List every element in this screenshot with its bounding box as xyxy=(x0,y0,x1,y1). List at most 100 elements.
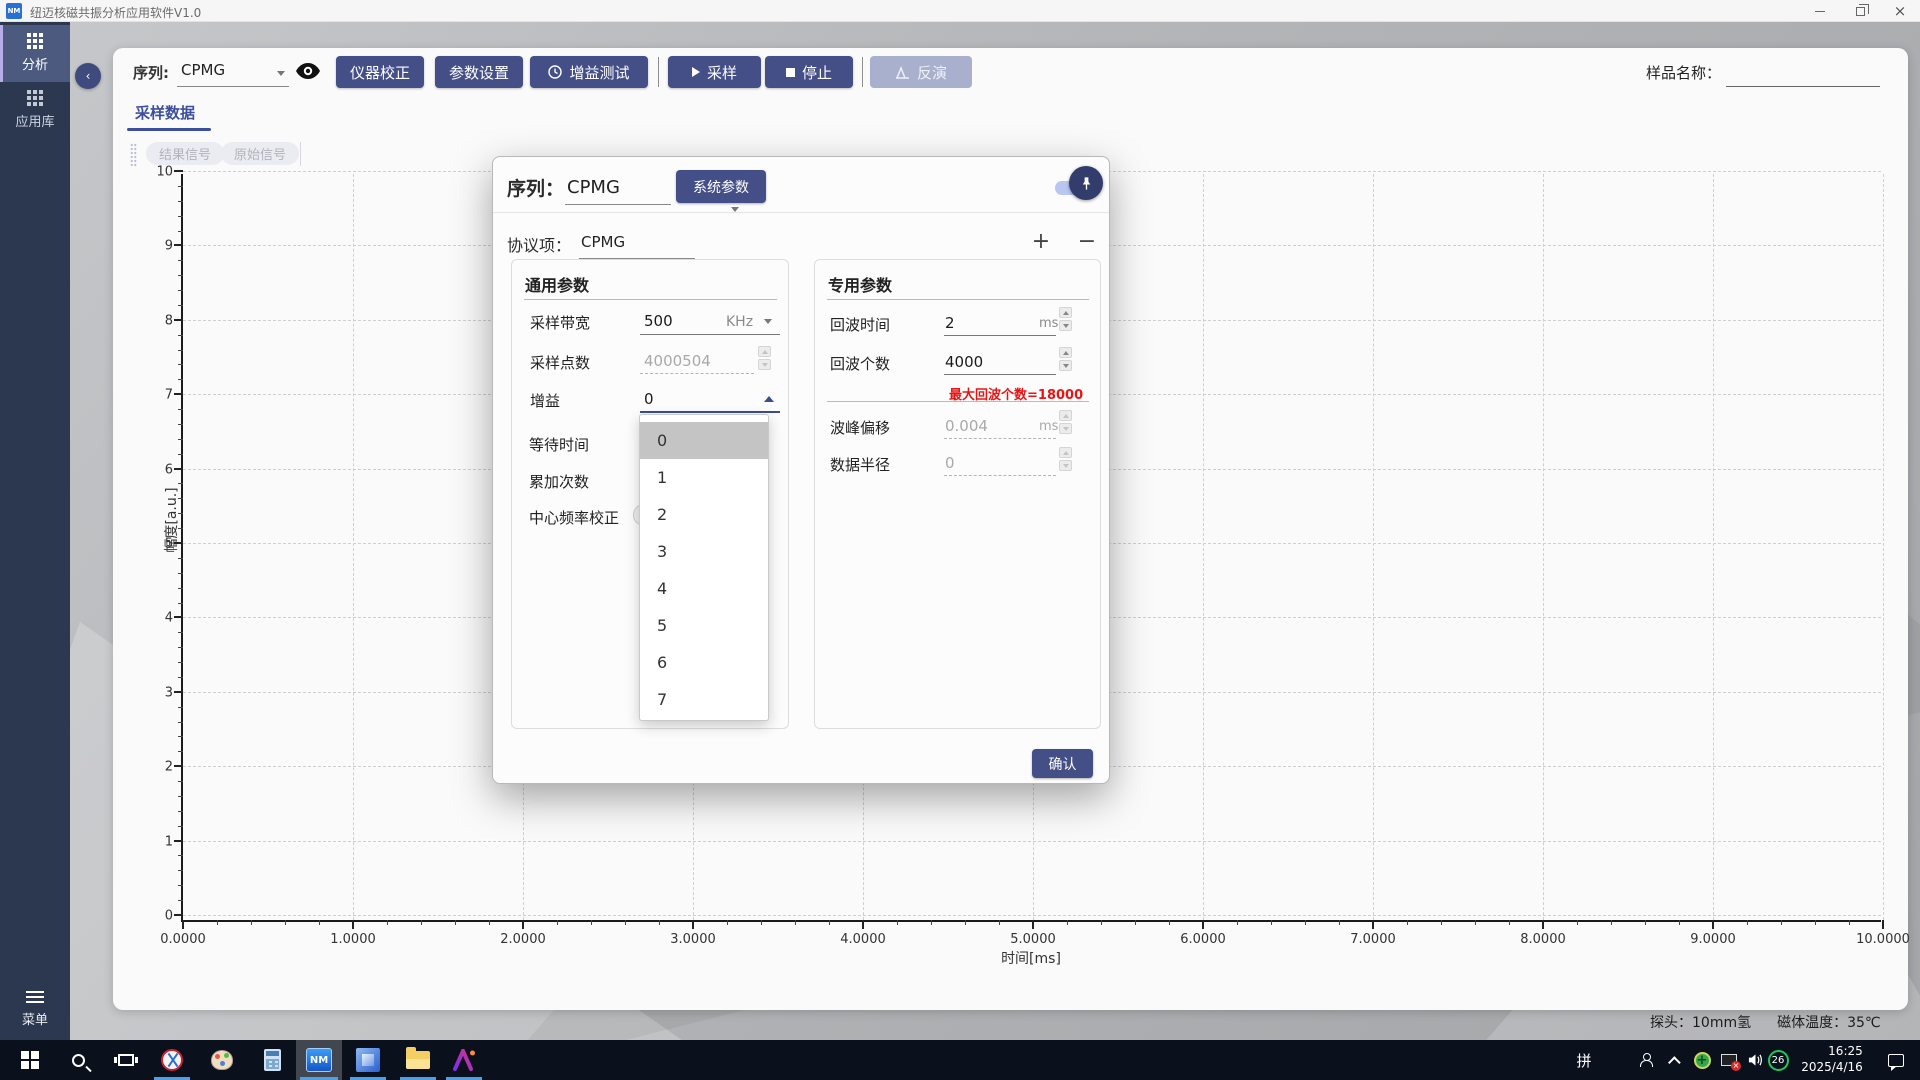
sample-name-label: 样品名称： xyxy=(1646,64,1722,82)
gain-option-5[interactable]: 5 xyxy=(640,607,768,644)
gain-option-2[interactable]: 2 xyxy=(640,496,768,533)
remote-app-button[interactable] xyxy=(346,1040,390,1080)
y-tick-mark xyxy=(174,170,183,172)
task-view-button[interactable] xyxy=(104,1040,148,1080)
nm-app-button[interactable]: NM xyxy=(296,1040,342,1080)
echo-time-input[interactable]: 2 xyxy=(945,314,955,332)
minimize-button[interactable] xyxy=(1800,0,1840,22)
data-radius-label: 数据半径 xyxy=(830,456,891,474)
echo-count-spinner[interactable] xyxy=(1059,347,1072,371)
y-tick-label: 5 xyxy=(164,536,173,552)
window-title: 纽迈核磁共振分析应用软件V1.0 xyxy=(30,6,202,20)
x-minor-tick xyxy=(1815,920,1816,925)
eye-icon[interactable] xyxy=(296,61,320,81)
inversion-button[interactable]: 反演 xyxy=(870,56,972,88)
drag-handle-dots[interactable] xyxy=(130,143,137,167)
points-label: 采样点数 xyxy=(530,354,591,372)
x-tick-label: 5.0000 xyxy=(1010,932,1056,947)
result-signal-button[interactable]: 结果信号 xyxy=(146,142,225,165)
start-button[interactable] xyxy=(8,1040,52,1080)
sidebar-item-library[interactable]: 应用库 xyxy=(0,82,70,139)
y-minor-tick xyxy=(178,632,183,634)
network-tray-icon[interactable] xyxy=(1714,1040,1744,1080)
bandwidth-input[interactable]: 500 xyxy=(644,312,673,330)
add-protocol-button[interactable]: + xyxy=(1029,229,1053,254)
sidebar-menu-label: 菜单 xyxy=(21,1013,48,1028)
library-grid-icon xyxy=(27,90,43,106)
chevron-up-icon xyxy=(764,396,774,402)
close-button[interactable]: × xyxy=(1880,0,1920,22)
spin-down-icon xyxy=(1059,320,1072,331)
x-minor-tick xyxy=(1679,920,1680,925)
search-button[interactable] xyxy=(56,1040,100,1080)
calculator-button[interactable] xyxy=(250,1040,294,1080)
sample-button[interactable]: 采样 xyxy=(668,56,761,88)
x-tick-mark xyxy=(1202,920,1204,929)
protocol-select[interactable]: CPMG xyxy=(579,231,779,324)
y-minor-tick xyxy=(178,498,183,500)
x-minor-tick xyxy=(1475,920,1476,925)
x-minor-tick xyxy=(1611,920,1612,925)
echo-count-input[interactable]: 4000 xyxy=(945,353,983,371)
restore-button[interactable] xyxy=(1840,0,1880,22)
sidebar-collapse-button[interactable]: ‹ xyxy=(75,63,101,89)
echo-time-spinner[interactable] xyxy=(1059,307,1072,331)
gain-option-3[interactable]: 3 xyxy=(640,533,768,570)
remove-protocol-button[interactable]: − xyxy=(1075,229,1099,254)
stop-button[interactable]: 停止 xyxy=(765,56,853,88)
screen: NM 纽迈核磁共振分析应用软件V1.0 × 分析 应用库 菜单 ‹ 序列: CP… xyxy=(0,0,1920,1080)
paint-button[interactable] xyxy=(200,1040,244,1080)
calibration-label: 仪器校正 xyxy=(349,63,410,82)
gain-option-1[interactable]: 1 xyxy=(640,459,768,496)
sample-name-input[interactable] xyxy=(1726,86,1880,87)
gain-option-6[interactable]: 6 xyxy=(640,644,768,681)
echo-count-label: 回波个数 xyxy=(830,355,891,373)
ime-indicator[interactable]: 拼 xyxy=(1568,1040,1600,1080)
confirm-button[interactable]: 确认 xyxy=(1032,749,1093,778)
x-tick-label: 6.0000 xyxy=(1180,932,1226,947)
sequence-value: CPMG xyxy=(181,61,226,79)
x-tick-mark xyxy=(352,920,354,929)
gain-option-0[interactable]: 0 xyxy=(640,422,768,459)
ai-app-button[interactable] xyxy=(442,1040,486,1080)
system-params-button[interactable]: 系统参数 xyxy=(676,170,766,203)
antivirus-tray-icon[interactable] xyxy=(1688,1040,1716,1080)
y-minor-tick xyxy=(178,885,183,887)
tray-expand-button[interactable] xyxy=(1662,1040,1690,1080)
y-minor-tick xyxy=(178,870,183,872)
parameter-settings-button[interactable]: 参数设置 xyxy=(435,56,523,88)
x-minor-tick xyxy=(319,920,320,925)
gain-select[interactable]: 0 xyxy=(644,390,654,408)
tab-sampling-data[interactable]: 采样数据 xyxy=(135,102,195,123)
action-center-button[interactable] xyxy=(1876,1040,1916,1080)
instrument-calibration-button[interactable]: 仪器校正 xyxy=(336,56,424,88)
spin-down-icon xyxy=(1059,460,1072,471)
stop-icon xyxy=(785,67,795,77)
y-tick-mark xyxy=(174,690,183,693)
file-explorer-button[interactable] xyxy=(396,1040,440,1080)
sequence-select[interactable]: CPMG xyxy=(177,61,289,87)
taskbar-clock[interactable]: 16:25 2025/4/16 xyxy=(1796,1040,1868,1080)
sidebar-item-analysis[interactable]: 分析 xyxy=(0,25,70,82)
battery-tray-icon[interactable]: 26 xyxy=(1764,1040,1792,1080)
gain-option-7[interactable]: 7 xyxy=(640,681,768,718)
people-icon[interactable] xyxy=(1630,1040,1662,1080)
peak-offset-label: 波峰偏移 xyxy=(830,419,891,437)
gain-option-4[interactable]: 4 xyxy=(640,570,768,607)
points-underline xyxy=(640,373,754,374)
gain-test-button[interactable]: 增益测试 xyxy=(530,56,648,88)
y-minor-tick xyxy=(178,215,183,217)
snipping-tool-button[interactable] xyxy=(150,1040,194,1080)
raw-signal-button[interactable]: 原始信号 xyxy=(221,142,300,165)
sidebar-menu[interactable]: 菜单 xyxy=(0,991,70,1028)
x-tick-mark xyxy=(862,920,864,929)
y-minor-tick xyxy=(178,513,183,515)
x-minor-tick xyxy=(1101,920,1102,925)
dialog-sequence-select[interactable]: CPMG xyxy=(565,171,739,212)
network-glyph xyxy=(1721,1054,1741,1071)
y-minor-tick xyxy=(178,736,183,738)
x-tick-label: 9.0000 xyxy=(1690,932,1736,947)
bandwidth-unit-select[interactable]: KHz xyxy=(726,314,753,330)
special-params-panel: 专用参数 回波时间 2 ms 回波个数 4000 最大回波个数=18000 波峰… xyxy=(814,259,1101,729)
pin-button[interactable] xyxy=(1069,166,1103,200)
